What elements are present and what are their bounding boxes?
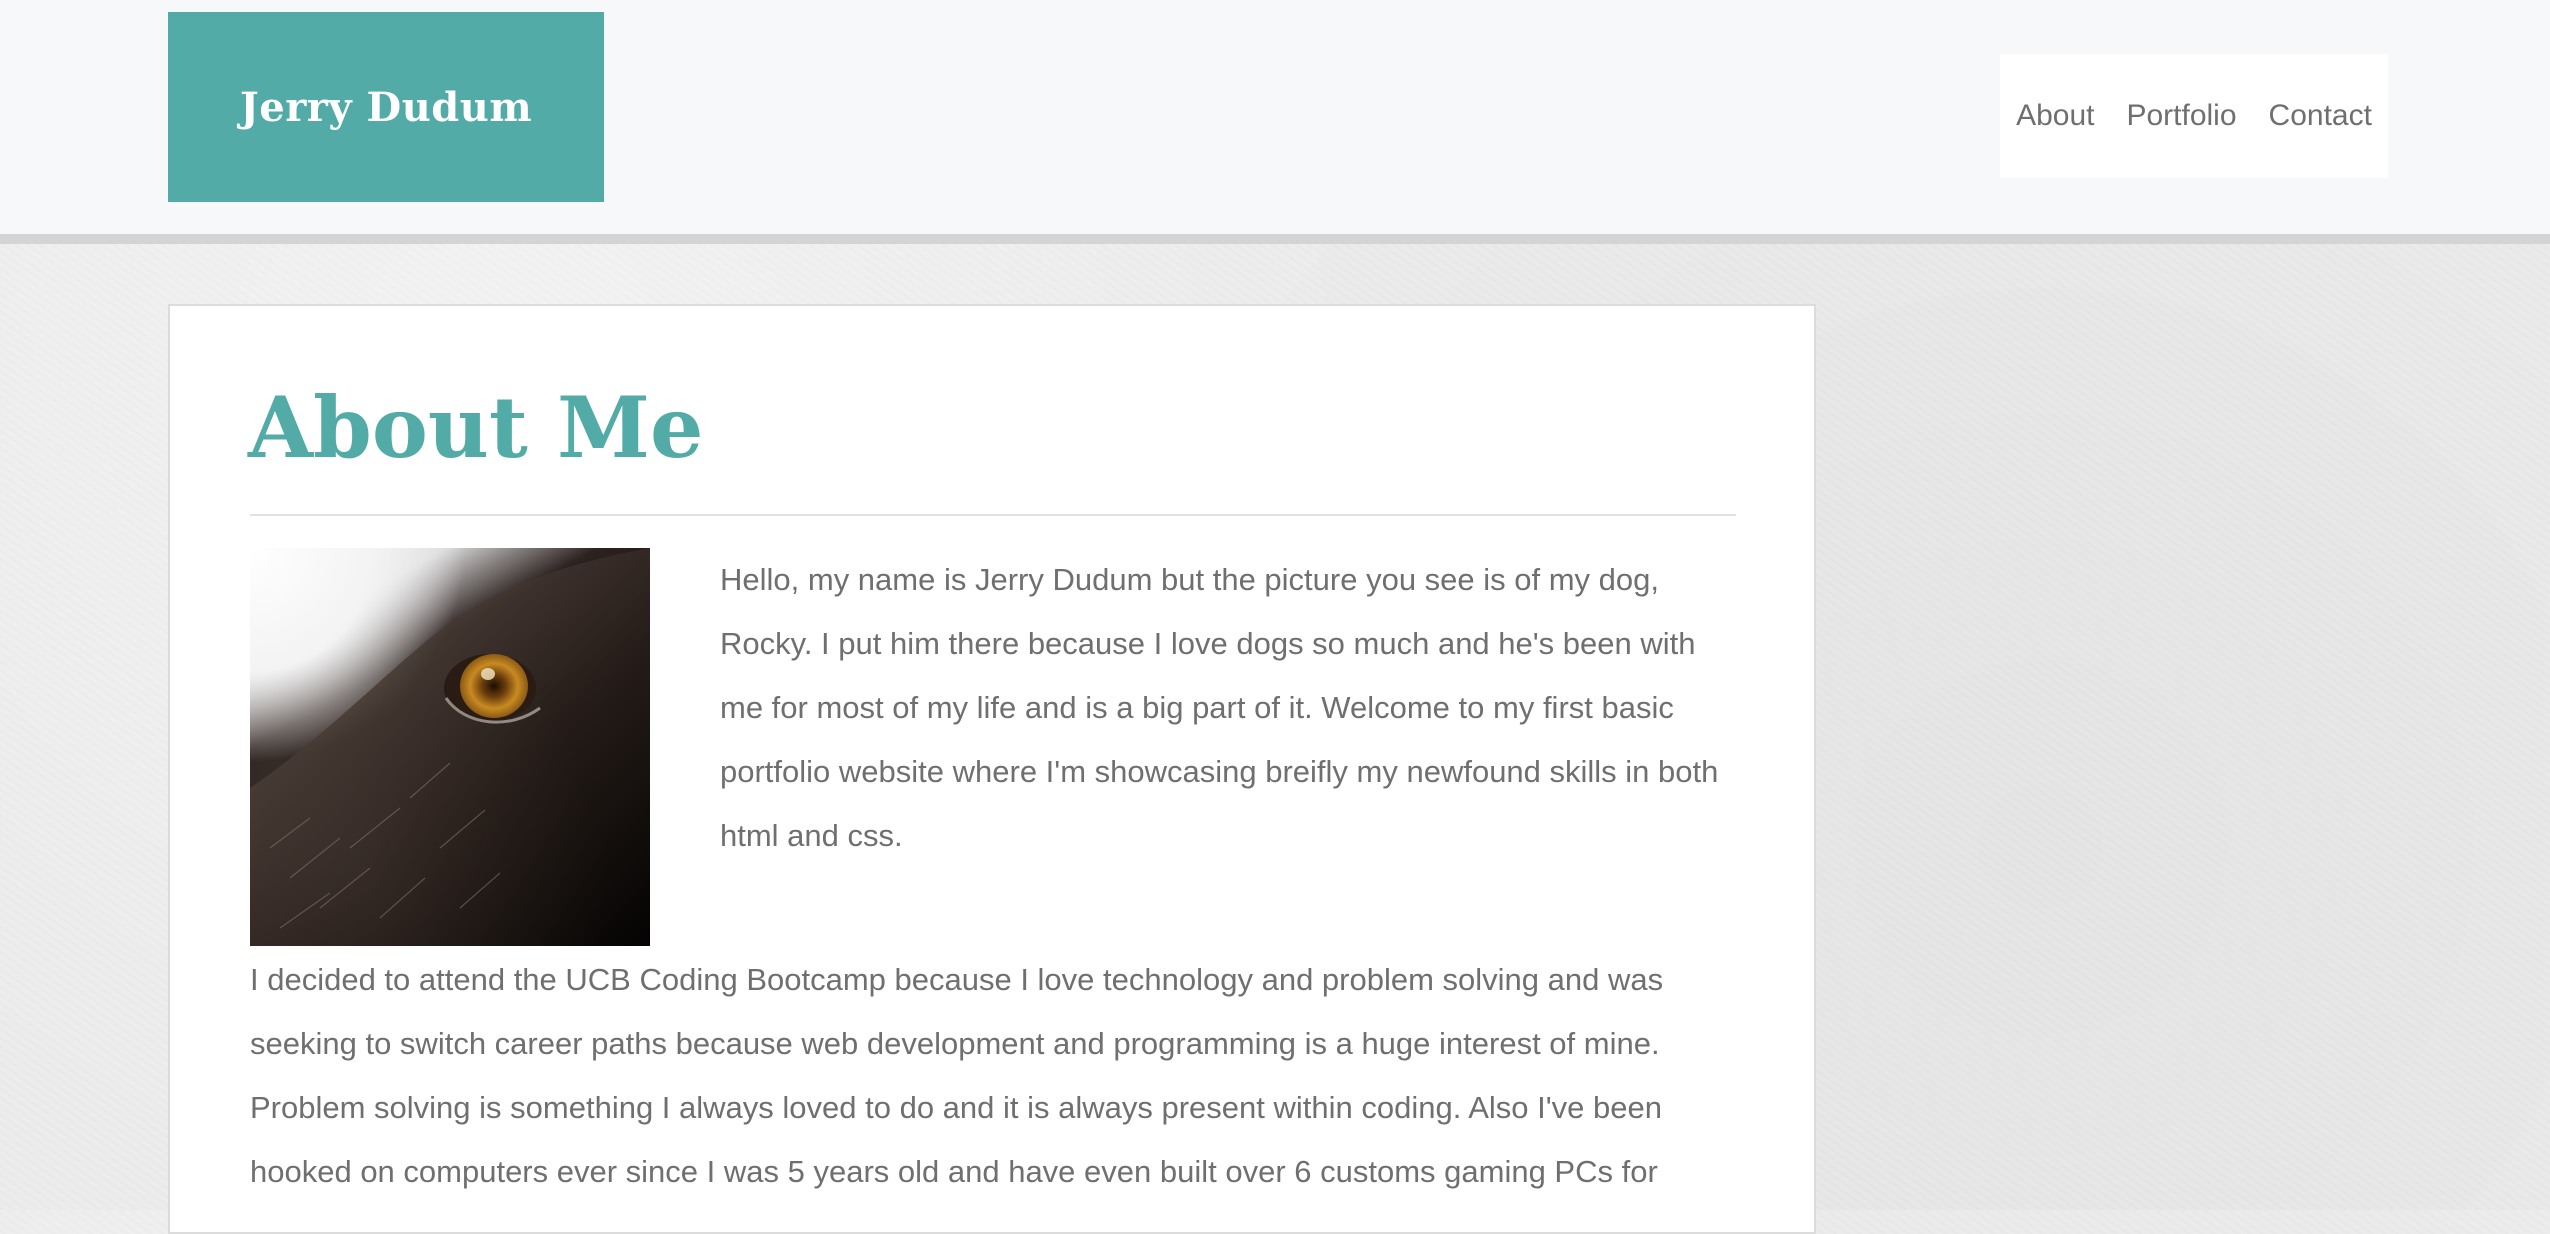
site-header: Jerry Dudum About Portfolio Contact [0, 0, 2550, 244]
main-nav: About Portfolio Contact [2000, 54, 2388, 178]
site-logo[interactable]: Jerry Dudum [168, 12, 604, 202]
dog-eye-illustration [250, 548, 650, 946]
nav-link-about[interactable]: About [2016, 99, 2094, 133]
nav-link-portfolio[interactable]: Portfolio [2126, 99, 2236, 133]
title-divider [250, 514, 1736, 516]
nav-link-contact[interactable]: Contact [2269, 99, 2372, 133]
about-paragraph-intro: Hello, my name is Jerry Dudum but the pi… [720, 562, 1719, 853]
page-title: About Me [248, 378, 704, 477]
dog-photo [250, 548, 650, 946]
about-paragraph-bootcamp: I decided to attend the UCB Coding Bootc… [250, 962, 1664, 1189]
about-card: About Me Hello, my name is Jerry Dudum b… [168, 304, 1816, 1234]
